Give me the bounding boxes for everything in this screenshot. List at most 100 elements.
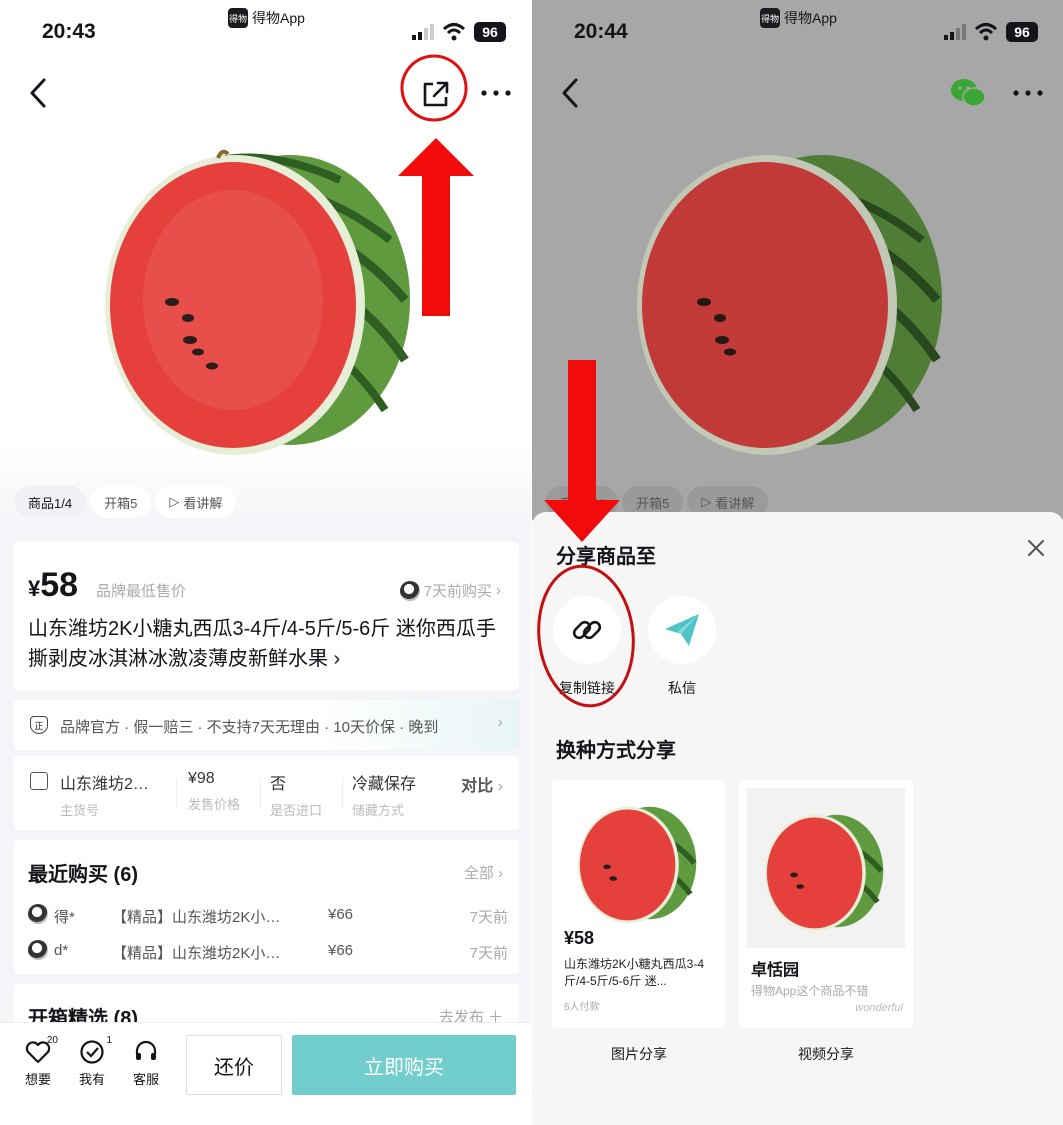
- spec-key: 主货号: [60, 803, 100, 818]
- share-sheet: 分享商品至 复制链接 私信 换种方式分享 ¥58 山东潍坊2K小糖丸西瓜3-4斤…: [532, 512, 1063, 1125]
- link-icon: [572, 620, 602, 640]
- tab-unboxing[interactable]: 开箱5: [90, 486, 152, 518]
- share-icon[interactable]: [420, 78, 452, 110]
- haggle-button[interactable]: 还价: [186, 1035, 282, 1095]
- battery-indicator: 96: [474, 22, 506, 42]
- more-icon[interactable]: [480, 80, 512, 106]
- back-icon[interactable]: [556, 76, 586, 110]
- video-card-name: 卓恬园: [751, 962, 800, 979]
- alt-share-title: 换种方式分享: [556, 740, 676, 762]
- product-thumbnail: [764, 814, 884, 932]
- app-indicator: 得物 得物App: [760, 8, 837, 28]
- play-icon: ▷: [169, 494, 180, 509]
- have-button[interactable]: 1 我有: [72, 1035, 112, 1088]
- status-time: 20:43: [42, 20, 96, 43]
- recent-buy-link[interactable]: 7天前购买 ›: [399, 580, 501, 601]
- product-thumbnail: [577, 806, 697, 924]
- share-sheet-after: 20:44 得物 得物App 96 商品1/4 开箱5 ▷ 看讲解 分享商品至 复…: [532, 0, 1063, 1125]
- price-note: 品牌最低售价: [96, 583, 187, 600]
- price-currency: ¥: [28, 576, 41, 601]
- share-card-title: 山东潍坊2K小糖丸西瓜3-4斤/4-5斤/5-6斤 迷...: [564, 957, 705, 988]
- price-card: ¥58 品牌最低售价 7天前购买 › 山东潍坊2K小糖丸西瓜3-4斤/4-5斤/5…: [14, 542, 519, 690]
- private-message-circle: [648, 596, 716, 664]
- spec-value: ¥98: [188, 770, 215, 787]
- product-title-text: 山东潍坊2K小糖丸西瓜3-4斤/4-5斤/5-6斤 迷你西瓜手撕剥皮冰淇淋冰激凌…: [28, 618, 496, 670]
- tab-explain[interactable]: ▷ 看讲解: [155, 486, 237, 518]
- spec-value: 否: [270, 776, 287, 793]
- bottom-action-bar: 20 想要 1 我有 客服 还价 立即购买: [0, 1022, 532, 1125]
- product-page-before: 20:43 得物 得物App 96 商品1/4 开箱5 ▷ 看讲解 ¥58 品牌最…: [0, 0, 532, 1125]
- buy-now-button[interactable]: 立即购买: [292, 1035, 516, 1095]
- tab-product-images[interactable]: 商品1/4: [14, 486, 87, 518]
- buyer-price: ¥66: [328, 942, 354, 959]
- avatar: [28, 904, 48, 924]
- divider: [176, 778, 177, 808]
- spec-item: 冷藏保存 储藏方式: [352, 770, 416, 819]
- video-share-label: 视频分享: [798, 1046, 854, 1062]
- image-share-card[interactable]: ¥58 山东潍坊2K小糖丸西瓜3-4斤/4-5斤/5-6斤 迷... 6人付款: [552, 780, 726, 1028]
- compare-label: 对比: [461, 778, 494, 795]
- spec-key: 发售价格: [188, 797, 241, 812]
- chevron-right-icon: ›: [497, 778, 503, 795]
- divider: [342, 778, 343, 808]
- buyer-name: 得*: [54, 909, 75, 926]
- share-card-price: ¥58: [564, 928, 595, 948]
- have-label: 我有: [78, 1072, 105, 1087]
- list-item: 得* 【精品】山东潍坊2K小… ¥66 7天前: [28, 902, 508, 928]
- product-image: [637, 155, 942, 455]
- guarantee-bar[interactable]: 正 品牌官方 · 假一赔三 · 不支持7天无理由 · 10天价保 · 晚到 ›: [14, 700, 519, 750]
- spec-bar[interactable]: 山东潍坊2… 主货号 ¥98 发售价格 否是否进口 冷藏保存 储藏方式 对比 ›: [14, 756, 519, 830]
- buyer-price: ¥66: [328, 906, 354, 923]
- want-button[interactable]: 20 想要: [18, 1035, 58, 1088]
- service-button[interactable]: 客服: [126, 1039, 166, 1088]
- spec-item: ¥98 发售价格: [188, 770, 240, 813]
- spec-item: 否是否进口: [270, 770, 322, 819]
- copy-link-label: 复制链接: [559, 680, 615, 696]
- video-card-watermark: wonderful: [855, 1002, 903, 1014]
- status-bar: 20:43 得物 得物App 96: [0, 0, 532, 60]
- tab-explain-label: 看讲解: [715, 495, 755, 511]
- guarantee-text: 品牌官方 · 假一赔三 · 不支持7天无理由 · 10天价保 · 晚到: [60, 719, 439, 736]
- chevron-right-icon: ›: [328, 648, 341, 670]
- copy-link-circle: [553, 596, 621, 664]
- video-card-caption: 得物App这个商品不错: [751, 984, 869, 998]
- status-bar: 20:44 得物 得物App 96: [532, 0, 1063, 60]
- copy-link-button[interactable]: 复制链接: [552, 596, 622, 698]
- video-share-card[interactable]: 卓恬园 得物App这个商品不错 wonderful: [739, 780, 913, 1028]
- close-icon[interactable]: [1024, 536, 1048, 560]
- share-sheet-title: 分享商品至: [556, 546, 656, 568]
- more-icon[interactable]: [1012, 80, 1044, 106]
- avatar: [28, 940, 48, 960]
- signal-icon: [944, 24, 966, 40]
- image-share-label: 图片分享: [611, 1046, 667, 1062]
- spec-key: 储藏方式: [352, 803, 405, 818]
- buyer-product: 【精品】山东潍坊2K小…: [112, 909, 281, 926]
- spec-item: 山东潍坊2… 主货号: [60, 770, 149, 819]
- compare-button[interactable]: 对比 ›: [461, 772, 503, 796]
- video-preview: [747, 788, 905, 948]
- product-image[interactable]: [100, 140, 430, 460]
- check-circle-icon: [80, 1040, 104, 1064]
- chevron-right-icon: ›: [496, 582, 501, 599]
- status-time: 20:44: [574, 20, 628, 43]
- battery-indicator: 96: [1006, 22, 1038, 42]
- headset-icon: [135, 1040, 157, 1060]
- back-icon[interactable]: [24, 76, 54, 110]
- private-message-button[interactable]: 私信: [647, 596, 717, 698]
- divider: [260, 778, 261, 808]
- have-count: 1: [106, 1035, 112, 1046]
- app-indicator: 得物 得物App: [228, 8, 305, 28]
- service-label: 客服: [132, 1072, 159, 1087]
- chevron-right-icon: ›: [497, 714, 503, 731]
- shield-icon: 正: [30, 716, 48, 734]
- wechat-icon[interactable]: [950, 78, 986, 108]
- app-logo-icon: 得物: [760, 8, 780, 28]
- wifi-icon: [442, 23, 466, 41]
- share-card-paid: 6人付款: [564, 1002, 600, 1013]
- view-all-link[interactable]: 全部 ›: [464, 862, 503, 883]
- product-title[interactable]: 山东潍坊2K小糖丸西瓜3-4斤/4-5斤/5-6斤 迷你西瓜手撕剥皮冰淇淋冰激凌…: [28, 614, 508, 674]
- media-tabs: 商品1/4 开箱5 ▷ 看讲解: [14, 486, 237, 520]
- price-value: 58: [40, 566, 79, 604]
- recent-buy-text: 7天前购买: [423, 583, 492, 600]
- private-message-label: 私信: [668, 680, 696, 696]
